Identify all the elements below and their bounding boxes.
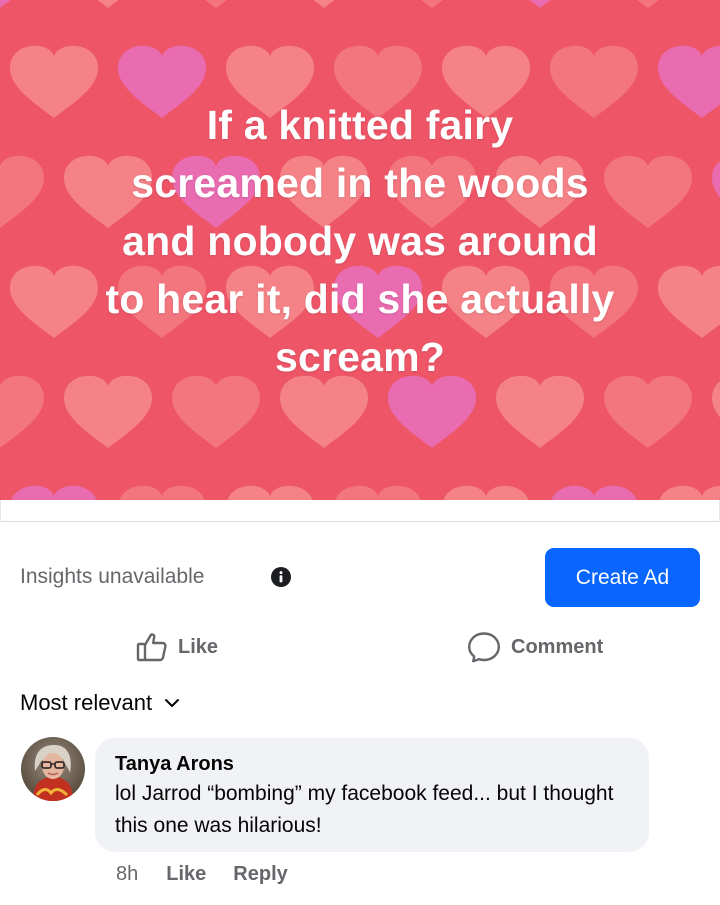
thumbs-up-icon	[136, 633, 167, 662]
avatar[interactable]	[21, 737, 85, 801]
comment-sort-dropdown[interactable]: Most relevant	[20, 688, 180, 718]
comment-like-button[interactable]: Like	[166, 863, 206, 886]
comment-button[interactable]: Comment	[467, 625, 603, 669]
create-ad-button[interactable]: Create Ad	[545, 548, 700, 607]
post-divider	[0, 500, 720, 522]
like-button[interactable]: Like	[136, 625, 218, 669]
post-text: If a knitted fairy screamed in the woods…	[105, 102, 615, 380]
speech-bubble-icon	[468, 632, 500, 663]
post-image[interactable]: If a knitted fairy screamed in the woods…	[0, 0, 720, 500]
insights-row: Insights unavailable Create Ad	[20, 548, 700, 607]
comment-bubble: Tanya Arons lol Jarrod “bombing” my face…	[95, 738, 649, 852]
comment-meta: 8h Like Reply	[116, 860, 288, 888]
comment-author[interactable]: Tanya Arons	[115, 751, 629, 777]
info-icon[interactable]	[271, 567, 291, 587]
chevron-down-icon	[165, 699, 180, 707]
comment-timestamp[interactable]: 8h	[116, 863, 138, 886]
like-label: Like	[178, 635, 219, 658]
comment-reply-button[interactable]: Reply	[233, 863, 287, 886]
comment-text: lol Jarrod “bombing” my facebook feed...…	[115, 782, 614, 837]
comment-label: Comment	[511, 635, 604, 658]
sort-label: Most relevant	[20, 690, 153, 715]
insights-label: Insights unavailable	[20, 565, 205, 588]
action-bar: Like Comment	[0, 625, 720, 669]
